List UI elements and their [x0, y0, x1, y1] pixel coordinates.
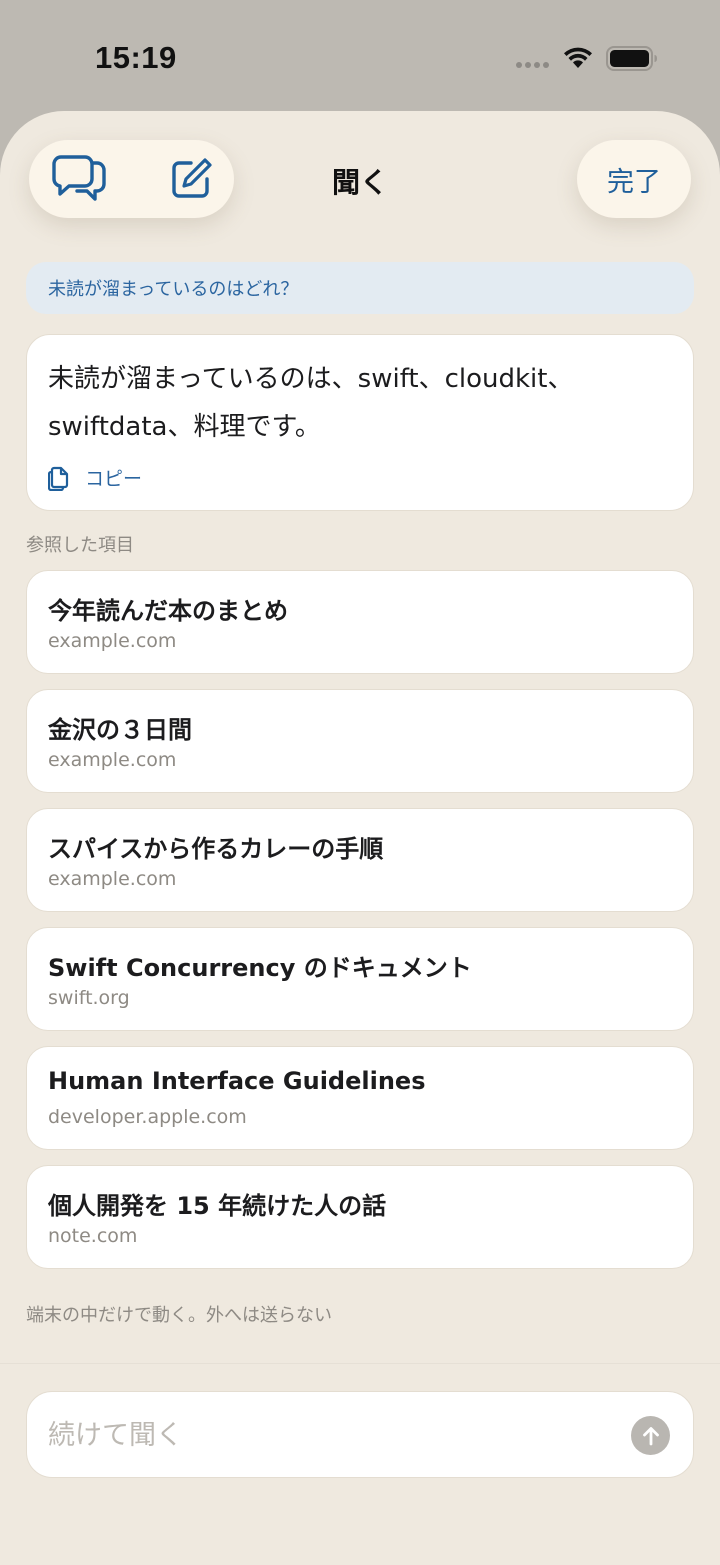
reference-item[interactable]: 個人開発を 15 年続けた人の話 note.com	[26, 1165, 694, 1269]
send-button[interactable]	[631, 1416, 670, 1455]
reference-item[interactable]: 今年読んだ本のまとめ example.com	[26, 570, 694, 674]
status-time: 15:19	[95, 40, 177, 75]
reference-title: 金沢の３日間	[48, 716, 192, 744]
reference-title: Human Interface Guidelines	[48, 1067, 426, 1095]
reference-domain: example.com	[48, 749, 177, 771]
reference-domain: note.com	[48, 1225, 138, 1247]
privacy-note: 端末の中だけで動く。外へは送らない	[26, 1305, 332, 1326]
follow-up-field	[26, 1391, 694, 1478]
reference-domain: example.com	[48, 868, 177, 890]
answer-text: 未読が溜まっているのは、swift、cloudkit、swiftdata、料理で…	[48, 364, 574, 442]
answer-card: 未読が溜まっているのは、swift、cloudkit、swiftdata、料理で…	[26, 334, 694, 511]
reference-item[interactable]: Human Interface Guidelines developer.app…	[26, 1046, 694, 1150]
reference-item[interactable]: 金沢の３日間 example.com	[26, 689, 694, 793]
copy-label: コピー	[85, 467, 143, 490]
wifi-icon	[564, 47, 592, 68]
reference-title: Swift Concurrency のドキュメント	[48, 954, 472, 982]
cellular-signal-icon	[516, 62, 549, 68]
arrow-up-icon	[642, 1426, 659, 1445]
reference-item[interactable]: スパイスから作るカレーの手順 example.com	[26, 808, 694, 912]
reference-domain: developer.apple.com	[48, 1106, 247, 1128]
references-list: 今年読んだ本のまとめ example.com 金沢の３日間 example.co…	[26, 570, 694, 1284]
reference-item[interactable]: Swift Concurrency のドキュメント swift.org	[26, 927, 694, 1031]
done-label: 完了	[607, 166, 661, 198]
query-bubble: 未読が溜まっているのはどれ？	[26, 262, 694, 314]
battery-icon	[606, 46, 657, 71]
reference-title: 今年読んだ本のまとめ	[48, 597, 288, 625]
status-bar: 15:19	[0, 0, 720, 112]
reference-title: スパイスから作るカレーの手順	[48, 835, 384, 863]
ask-sheet: 聞く 完了 未読が溜まっているのはどれ？ 未読が溜まっているのは、swift、c…	[0, 111, 720, 1565]
reference-domain: example.com	[48, 630, 177, 652]
done-button[interactable]: 完了	[577, 140, 691, 218]
copy-button[interactable]: コピー	[48, 463, 142, 491]
references-label: 参照した項目	[26, 535, 134, 556]
follow-up-input[interactable]	[48, 1414, 608, 1456]
reference-title: 個人開発を 15 年続けた人の話	[48, 1192, 387, 1220]
reference-domain: swift.org	[48, 987, 130, 1009]
copy-icon	[48, 466, 69, 491]
composer-divider	[0, 1363, 720, 1364]
